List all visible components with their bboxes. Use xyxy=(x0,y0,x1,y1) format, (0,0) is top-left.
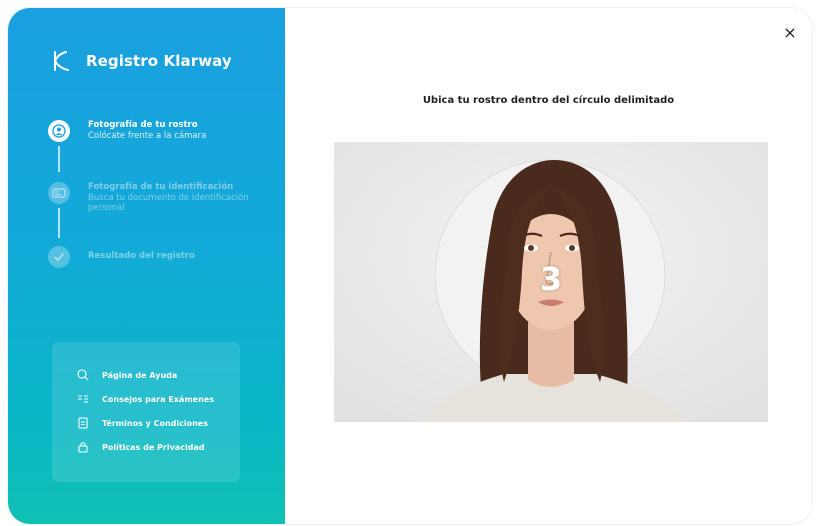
help-link-label[interactable]: Políticas de Privacidad xyxy=(102,443,205,452)
step-title: Fotografía de tu rostro xyxy=(88,120,198,130)
help-link-consejos[interactable]: Consejos para Exámenes xyxy=(76,392,214,406)
step-face-photo: Fotografía de tu rostro Colócate frente … xyxy=(48,120,206,142)
klarway-logo-icon xyxy=(54,51,69,71)
registration-window: Registro Klarway Fotografía de tu rostro… xyxy=(8,8,812,524)
step-connector xyxy=(58,146,60,172)
instruction-text: Ubica tu rostro dentro del círculo delim… xyxy=(422,95,675,106)
brand: Registro Klarway xyxy=(50,50,232,72)
face-icon xyxy=(48,120,70,142)
close-icon[interactable]: × xyxy=(783,23,796,42)
help-link-privacidad[interactable]: Políticas de Privacidad xyxy=(76,440,205,454)
help-links-panel: Página de Ayuda Consejos para Exámenes T… xyxy=(52,342,240,482)
document-icon xyxy=(76,416,90,430)
camera-preview: 3 xyxy=(334,142,768,422)
step-subtitle: Colócate frente a la cámara xyxy=(88,130,207,141)
countdown-number: 3 xyxy=(539,260,563,298)
close-button[interactable]: × xyxy=(778,20,802,44)
help-link-terminos[interactable]: Términos y Condiciones xyxy=(76,416,208,430)
step-title: Fotografía de tu identificación xyxy=(88,182,234,192)
step-subtitle: Busca tu documento de identificación per… xyxy=(88,192,249,214)
check-icon xyxy=(48,246,70,268)
help-link-label[interactable]: Consejos para Exámenes xyxy=(102,395,214,404)
step-connector xyxy=(58,208,60,238)
step-result: Resultado del registro xyxy=(48,246,195,268)
step-id-photo: Fotografía de tu identificación Busca tu… xyxy=(48,182,285,214)
chat-icon xyxy=(76,368,90,382)
lock-icon xyxy=(76,440,90,454)
help-link-ayuda[interactable]: Página de Ayuda xyxy=(76,368,177,382)
brand-title: Registro Klarway xyxy=(86,52,232,70)
tips-icon xyxy=(76,392,90,406)
id-card-icon xyxy=(48,182,70,204)
sidebar: Registro Klarway Fotografía de tu rostro… xyxy=(8,8,285,524)
help-link-label[interactable]: Página de Ayuda xyxy=(102,371,177,380)
step-title: Resultado del registro xyxy=(88,251,195,261)
help-link-label[interactable]: Términos y Condiciones xyxy=(102,419,208,428)
